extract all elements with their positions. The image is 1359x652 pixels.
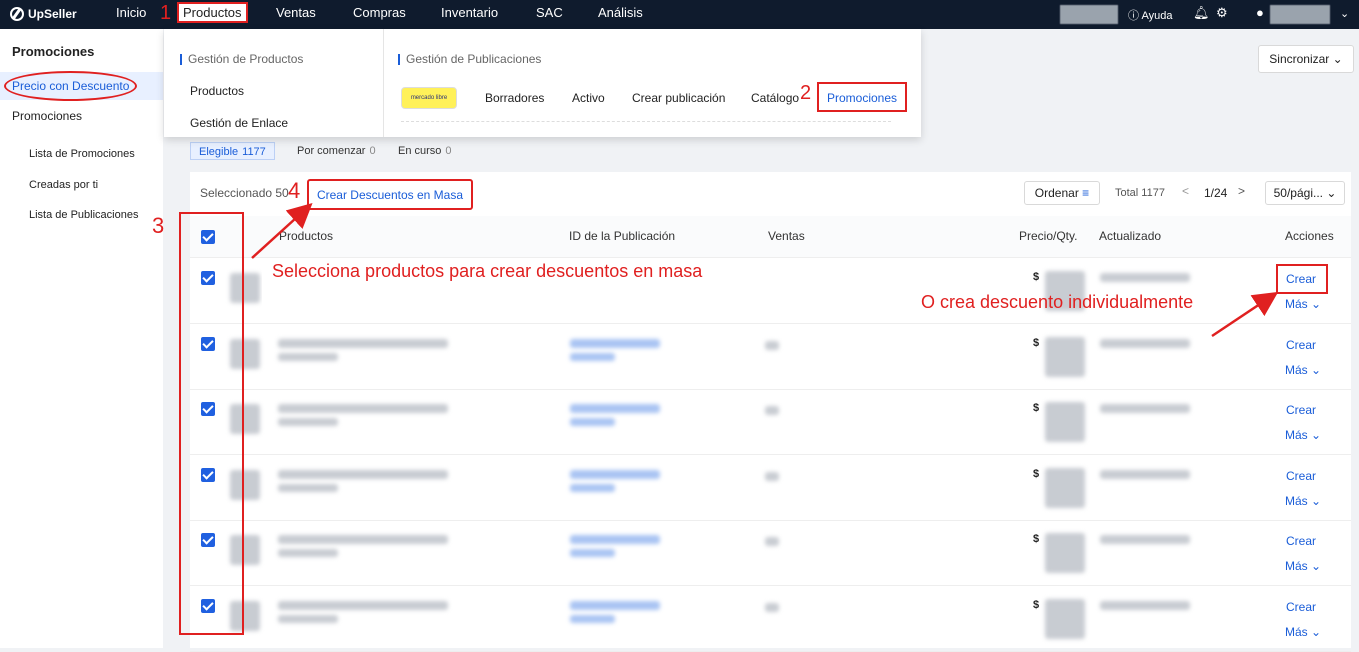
menu-item-productos[interactable]: Productos [190, 84, 244, 98]
row-divider [190, 650, 1351, 652]
heading-gestion-publicaciones: Gestión de Publicaciones [398, 52, 541, 66]
annotation-box-promociones [817, 82, 907, 112]
mercado-libre-logo[interactable]: mercado libre [401, 87, 457, 109]
menu-item-borradores[interactable]: Borradores [485, 91, 544, 105]
annotation-step-1: 1 [160, 2, 172, 24]
heading-gestion-productos: Gestión de Productos [180, 52, 303, 66]
menu-dashed-divider [401, 121, 891, 122]
menu-item-gestion-enlace[interactable]: Gestión de Enlace [190, 116, 288, 130]
menu-item-catalogo[interactable]: Catálogo [751, 91, 799, 105]
menu-divider [383, 29, 384, 137]
menu-item-crear-publicacion[interactable]: Crear publicación [632, 91, 725, 105]
annotation-step-2: 2 [800, 82, 812, 104]
menu-item-activo[interactable]: Activo [572, 91, 605, 105]
